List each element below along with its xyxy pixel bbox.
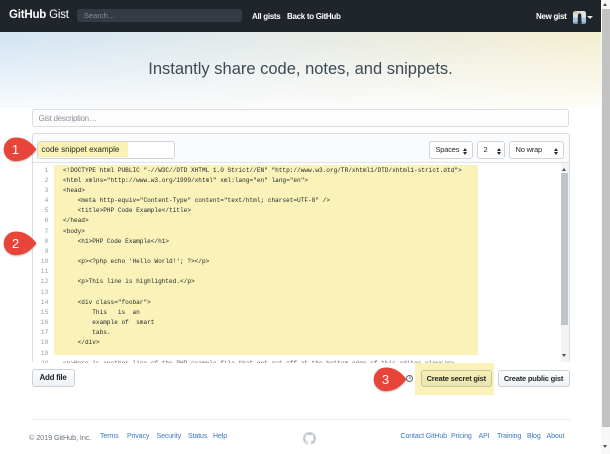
svg-text:1: 1 — [12, 142, 19, 157]
svg-text:2: 2 — [11, 236, 18, 251]
svg-text:3: 3 — [382, 372, 389, 387]
